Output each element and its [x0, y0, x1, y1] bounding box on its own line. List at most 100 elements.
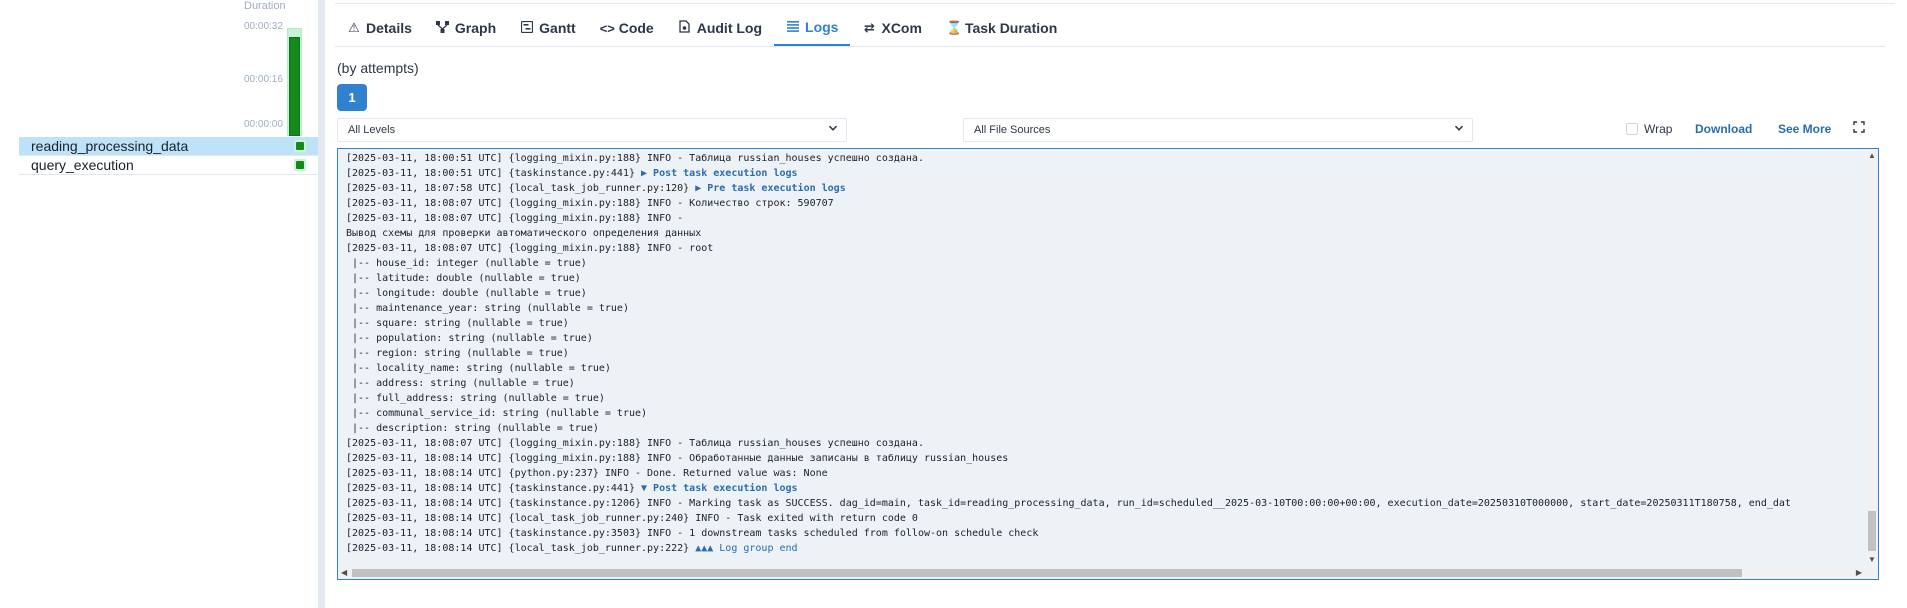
scroll-thumb[interactable] [1868, 511, 1876, 551]
warning-icon: ⚠ [348, 20, 360, 35]
log-group-toggle[interactable]: ▲▲▲ Log group end [695, 543, 797, 554]
gantt-icon [520, 20, 534, 36]
log-line: |-- square: string (nullable = true) [346, 316, 1862, 331]
log-line-text: [2025-03-11, 18:08:07 UTC] {logging_mixi… [346, 213, 684, 224]
tab-bar: ⚠ Details Graph Gantt <> Code Audit Log … [335, 10, 1885, 47]
log-line: |-- description: string (nullable = true… [346, 421, 1862, 436]
log-line-text: |-- locality_name: string (nullable = tr… [346, 363, 611, 374]
row-separator [19, 174, 318, 175]
task-instance-success-square[interactable] [294, 140, 306, 152]
log-line: [2025-03-11, 18:08:14 UTC] {local_task_j… [346, 541, 1862, 556]
log-group-toggle[interactable]: ▶ Post task execution logs [641, 168, 798, 179]
log-line-text: [2025-03-11, 18:08:14 UTC] {python.py:23… [346, 468, 828, 479]
log-line-text: |-- description: string (nullable = true… [346, 423, 599, 434]
log-line: [2025-03-11, 18:08:14 UTC] {taskinstance… [346, 496, 1862, 511]
log-line-text: [2025-03-11, 18:00:51 UTC] {logging_mixi… [346, 153, 924, 164]
tab-label: Code [618, 20, 654, 36]
scroll-right-icon[interactable]: ▶ [1856, 568, 1862, 577]
task-row-query-execution[interactable]: query_execution [19, 156, 318, 174]
tab-label: Task Duration [964, 20, 1058, 36]
log-level-select[interactable]: All Levels [337, 118, 847, 142]
tab-code[interactable]: <> Code [588, 10, 666, 46]
log-group-toggle[interactable]: ▶ Pre task execution logs [695, 183, 846, 194]
grid-panel: Duration 00:00:32 00:00:16 00:00:00 read… [0, 0, 318, 608]
see-more-button[interactable]: See More [1778, 122, 1831, 136]
log-content: [2025-03-11, 18:00:51 UTC] {logging_mixi… [346, 151, 1862, 556]
log-group-toggle[interactable]: ▼ Post task execution logs [641, 483, 798, 494]
log-line-text: [2025-03-11, 18:08:14 UTC] {taskinstance… [346, 498, 1791, 509]
wrap-checkbox[interactable] [1626, 123, 1638, 135]
tab-label: Logs [805, 19, 839, 35]
tab-details[interactable]: ⚠ Details [335, 10, 424, 46]
log-line-text: |-- maintenance_year: string (nullable =… [346, 303, 629, 314]
log-line: [2025-03-11, 18:08:07 UTC] {logging_mixi… [346, 211, 1862, 226]
log-line-text: [2025-03-11, 18:08:14 UTC] {taskinstance… [346, 483, 642, 494]
log-line-text: |-- population: string (nullable = true) [346, 333, 593, 344]
audit-log-icon [678, 20, 692, 36]
log-line: [2025-03-11, 18:08:07 UTC] {logging_mixi… [346, 436, 1862, 451]
log-line-text: [2025-03-11, 18:07:58 UTC] {local_task_j… [346, 183, 696, 194]
tab-graph[interactable]: Graph [424, 10, 508, 46]
code-icon: <> [599, 20, 615, 36]
log-line-text: [2025-03-11, 18:00:51 UTC] {taskinstance… [346, 168, 642, 179]
task-name: reading_processing_data [31, 138, 189, 154]
task-row-reading-processing-data[interactable]: reading_processing_data [19, 137, 318, 155]
task-instance-success-square[interactable] [294, 159, 306, 171]
tab-label: Details [366, 20, 412, 36]
airflow-task-view: Duration 00:00:32 00:00:16 00:00:00 read… [0, 0, 1907, 608]
chevron-down-icon [1454, 123, 1464, 136]
task-name: query_execution [31, 157, 134, 173]
log-viewer[interactable]: [2025-03-11, 18:00:51 UTC] {logging_mixi… [337, 148, 1879, 580]
log-line: [2025-03-11, 18:07:58 UTC] {local_task_j… [346, 181, 1862, 196]
tab-label: XCom [881, 20, 922, 36]
tab-gantt[interactable]: Gantt [508, 10, 588, 46]
hourglass-icon: ⌛ [945, 20, 963, 35]
log-line-text: [2025-03-11, 18:08:07 UTC] {logging_mixi… [346, 243, 714, 254]
tab-audit-log[interactable]: Audit Log [666, 10, 774, 46]
log-line-text: |-- address: string (nullable = true) [346, 378, 575, 389]
log-line: |-- house_id: integer (nullable = true) [346, 256, 1862, 271]
graph-icon [436, 20, 450, 36]
attempts-label: (by attempts) [337, 60, 419, 76]
file-source-select[interactable]: All File Sources [963, 118, 1473, 142]
scroll-left-icon[interactable]: ◀ [341, 568, 347, 577]
log-line: |-- full_address: string (nullable = tru… [346, 391, 1862, 406]
log-line: [2025-03-11, 18:08:14 UTC] {logging_mixi… [346, 451, 1862, 466]
log-horizontal-scrollbar[interactable]: ◀ ▶ [338, 567, 1878, 579]
duration-tick-mid: 00:00:16 [244, 74, 283, 85]
wrap-label[interactable]: Wrap [1644, 122, 1672, 136]
scroll-up-icon[interactable]: ▲ [1868, 151, 1876, 160]
log-line-text: [2025-03-11, 18:08:07 UTC] {logging_mixi… [346, 198, 834, 209]
file-source-select-value: All File Sources [974, 124, 1051, 136]
log-line-text: [2025-03-11, 18:08:14 UTC] {local_task_j… [346, 513, 918, 524]
logs-icon [786, 20, 800, 35]
log-level-select-value: All Levels [348, 124, 396, 136]
log-line: [2025-03-11, 18:08:14 UTC] {local_task_j… [346, 511, 1862, 526]
log-line-text: |-- full_address: string (nullable = tru… [346, 393, 605, 404]
log-line: [2025-03-11, 18:00:51 UTC] {taskinstance… [346, 166, 1862, 181]
tab-label: Audit Log [696, 20, 763, 36]
scroll-thumb[interactable] [352, 569, 1742, 577]
tab-logs[interactable]: Logs [774, 10, 851, 46]
scroll-down-icon[interactable]: ▼ [1868, 555, 1876, 564]
log-line: |-- population: string (nullable = true) [346, 331, 1862, 346]
log-line: |-- latitude: double (nullable = true) [346, 271, 1862, 286]
chevron-down-icon [828, 123, 838, 136]
log-line: [2025-03-11, 18:00:51 UTC] {logging_mixi… [346, 151, 1862, 166]
log-line: |-- address: string (nullable = true) [346, 376, 1862, 391]
log-line: |-- locality_name: string (nullable = tr… [346, 361, 1862, 376]
tab-label: Gantt [539, 20, 576, 36]
tab-task-duration[interactable]: ⌛ Task Duration [934, 10, 1069, 46]
log-line-text: [2025-03-11, 18:08:14 UTC] {taskinstance… [346, 528, 1039, 539]
attempt-1-button[interactable]: 1 [337, 84, 367, 111]
panel-resize-handle[interactable] [318, 0, 325, 608]
tab-xcom[interactable]: ⇄ XCom [850, 10, 933, 46]
dag-run-duration-bar[interactable] [289, 37, 300, 136]
log-line: |-- region: string (nullable = true) [346, 346, 1862, 361]
duration-tick-max: 00:00:32 [244, 21, 283, 32]
log-line-text: |-- square: string (nullable = true) [346, 318, 569, 329]
fullscreen-icon[interactable] [1853, 121, 1865, 136]
download-button[interactable]: Download [1695, 122, 1752, 136]
log-vertical-scrollbar[interactable]: ▲ ▼ [1866, 149, 1878, 569]
log-line-text: [2025-03-11, 18:08:07 UTC] {logging_mixi… [346, 438, 924, 449]
